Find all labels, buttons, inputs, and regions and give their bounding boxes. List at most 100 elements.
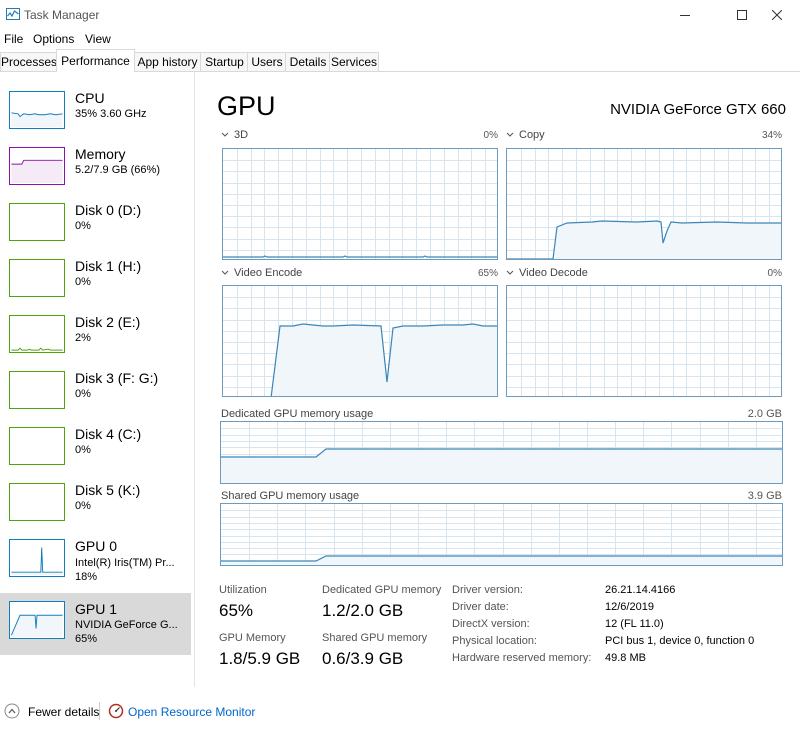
tab-users[interactable]: Users: [247, 52, 287, 71]
gpu-memory-value: 1.8/5.9 GB: [219, 649, 301, 668]
tab-services[interactable]: Services: [329, 52, 379, 71]
dedicated-gpu-memory-label: Dedicated GPU memory: [322, 584, 442, 596]
tab-bar: Processes Performance App history Startu…: [0, 49, 800, 72]
shared-gpu-memory-value: 0.6/3.9 GB: [322, 649, 404, 668]
graph-shared-memory: [220, 503, 783, 566]
menu-options[interactable]: Options: [33, 32, 74, 46]
gpu-memory-label: GPU Memory: [219, 632, 286, 644]
sidebar-item-name: Disk 0 (D:): [75, 202, 142, 218]
sidebar-item-disk-4[interactable]: Disk 4 (C:) 0%: [0, 423, 191, 479]
tab-app-history[interactable]: App history: [133, 52, 202, 71]
gpu-model-name: NVIDIA GeForce GTX 660: [610, 101, 786, 118]
sidebar-item-name: Disk 2 (E:): [75, 314, 141, 330]
engine-value-video-encode: 65%: [477, 268, 498, 279]
graph-copy: [506, 148, 782, 260]
sidebar-item-name: Disk 5 (K:): [75, 482, 141, 498]
sidebar-item-memory[interactable]: Memory 5.2/7.9 GB (66%): [0, 143, 191, 199]
page-title: GPU: [217, 91, 276, 121]
disk-1-thumbnail: [9, 259, 65, 297]
title-bar: Task Manager: [0, 0, 800, 30]
sidebar-item-gpu-1[interactable]: GPU 1 NVIDIA GeForce G... 65%: [0, 593, 191, 655]
tab-performance[interactable]: Performance: [56, 49, 135, 72]
engine-value-copy: 34%: [761, 130, 782, 141]
panel-divider: [194, 72, 195, 687]
utilization-value: 65%: [219, 601, 254, 620]
physical-location-value: PCI bus 1, device 0, function 0: [605, 635, 755, 647]
chevron-down-icon[interactable]: [221, 132, 229, 138]
sidebar-item-name: Memory: [75, 146, 126, 162]
sidebar-item-disk-1[interactable]: Disk 1 (H:) 0%: [0, 255, 191, 311]
shared-gpu-memory-label: Shared GPU memory: [322, 632, 428, 644]
open-resource-monitor-link[interactable]: Open Resource Monitor: [128, 705, 255, 719]
sidebar-item-disk-2[interactable]: Disk 2 (E:) 2%: [0, 311, 191, 367]
resource-monitor-icon: [108, 703, 124, 719]
sidebar-item-name: GPU 0: [75, 538, 118, 554]
menu-view[interactable]: View: [85, 32, 111, 46]
tab-processes[interactable]: Processes: [0, 52, 58, 71]
disk-3-thumbnail: [9, 371, 65, 409]
gpu-0-thumbnail: [9, 539, 65, 577]
maximize-icon: [737, 10, 747, 20]
disk-0-thumbnail: [9, 203, 65, 241]
sidebar-item-disk-3[interactable]: Disk 3 (F: G:) 0%: [0, 367, 191, 423]
menu-file[interactable]: File: [4, 32, 23, 46]
sidebar-item-detail: 35% 3.60 GHz: [75, 108, 147, 120]
sidebar-item-cpu[interactable]: CPU 35% 3.60 GHz: [0, 87, 191, 143]
sidebar-item-name: GPU 1: [75, 601, 118, 617]
sidebar-item-detail: NVIDIA GeForce G...: [75, 619, 178, 631]
sidebar-item-detail: 2%: [75, 332, 91, 344]
disk-5-thumbnail: [9, 483, 65, 521]
engine-label-3d: 3D: [234, 129, 249, 141]
driver-version-label: Driver version:: [452, 584, 523, 596]
dedicated-gpu-memory-value: 1.2/2.0 GB: [322, 601, 404, 620]
driver-date-value: 12/6/2019: [605, 601, 654, 613]
graph-dedicated-memory-plot: [221, 422, 782, 483]
shared-memory-max: 3.9 GB: [747, 490, 782, 502]
dedicated-memory-max: 2.0 GB: [747, 408, 782, 420]
sidebar-item-detail: 0%: [75, 388, 91, 400]
tab-details[interactable]: Details: [285, 52, 331, 71]
sidebar-item-disk-0[interactable]: Disk 0 (D:) 0%: [0, 199, 191, 255]
engine-value-3d: 0%: [483, 130, 498, 141]
sidebar-item-detail: 0%: [75, 500, 91, 512]
sidebar-item-name: Disk 3 (F: G:): [75, 370, 159, 386]
graph-3d: [222, 148, 498, 260]
sidebar-item-usage: 65%: [75, 633, 98, 645]
fewer-details-button[interactable]: Fewer details: [28, 705, 99, 719]
close-button[interactable]: [754, 0, 800, 30]
close-icon: [772, 10, 782, 20]
sidebar-item-disk-5[interactable]: Disk 5 (K:) 0%: [0, 479, 191, 535]
chevron-down-icon[interactable]: [506, 270, 514, 276]
driver-date-label: Driver date:: [452, 601, 509, 613]
shared-memory-label: Shared GPU memory usage: [221, 490, 360, 502]
sidebar-item-gpu-0[interactable]: GPU 0 Intel(R) Iris(TM) Pr... 18%: [0, 535, 191, 591]
minimize-button[interactable]: [662, 0, 708, 30]
cpu-thumbnail: [9, 91, 65, 129]
chevron-up-circle-icon[interactable]: [4, 703, 20, 719]
physical-location-label: Physical location:: [452, 635, 537, 647]
directx-version-value: 12 (FL 11.0): [605, 618, 664, 630]
sidebar-item-detail: Intel(R) Iris(TM) Pr...: [75, 557, 175, 569]
sidebar-item-detail: 0%: [75, 276, 91, 288]
chevron-down-icon[interactable]: [221, 270, 229, 276]
sidebar-item-detail: 5.2/7.9 GB (66%): [75, 164, 160, 176]
disk-4-thumbnail: [9, 427, 65, 465]
sidebar-item-detail: 0%: [75, 220, 91, 232]
driver-version-value: 26.21.14.4166: [605, 584, 676, 596]
graph-video-decode: [506, 285, 782, 397]
engine-label-copy: Copy: [519, 129, 545, 141]
chevron-down-icon[interactable]: [506, 132, 514, 138]
minimize-icon: [680, 15, 690, 16]
tab-startup[interactable]: Startup: [200, 52, 249, 71]
footer: Fewer details Open Resource Monitor: [0, 700, 800, 729]
gpu-1-thumbnail: [9, 601, 65, 639]
graph-video-decode-plot: [507, 286, 781, 396]
graph-video-encode: [222, 285, 498, 397]
directx-version-label: DirectX version:: [452, 618, 530, 630]
graph-copy-plot: [507, 149, 781, 259]
footer-divider: [99, 702, 100, 720]
graph-shared-memory-plot: [221, 504, 782, 565]
sidebar-item-name: Disk 4 (C:): [75, 426, 142, 442]
window-title: Task Manager: [24, 8, 100, 22]
engine-value-video-decode: 0%: [767, 268, 782, 279]
